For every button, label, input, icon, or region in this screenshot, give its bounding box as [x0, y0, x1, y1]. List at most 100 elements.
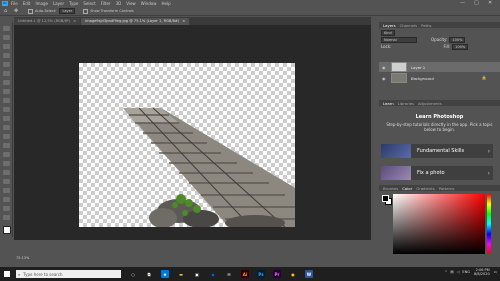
path-select-tool-icon[interactable] — [3, 179, 10, 184]
menu-file[interactable]: File — [11, 1, 18, 6]
tab-label: image9sjd3jvsdf9eg.jpg @ 75.1% (Layer 1,… — [85, 19, 180, 23]
blend-mode-select[interactable]: Normal — [381, 37, 417, 43]
tab-color[interactable]: Color — [402, 186, 412, 191]
word-icon[interactable]: W — [305, 270, 313, 278]
close-tab-icon[interactable]: × — [182, 19, 185, 23]
visibility-eye-icon[interactable]: ◉ — [382, 76, 387, 81]
pen-tool-icon[interactable] — [3, 161, 10, 166]
marquee-tool-icon[interactable] — [3, 35, 10, 40]
tab-paths[interactable]: Paths — [421, 23, 431, 28]
taskbar-search-box[interactable]: ⌕ Type here to search — [16, 270, 121, 278]
menu-edit[interactable]: Edit — [23, 1, 31, 6]
auto-select-checkbox[interactable] — [28, 8, 33, 14]
blur-tool-icon[interactable] — [3, 143, 10, 148]
foreground-color-swatch[interactable] — [382, 195, 389, 202]
close-button[interactable]: ✕ — [488, 0, 492, 6]
menu-3d[interactable]: 3D — [116, 1, 122, 6]
tab-patterns[interactable]: Patterns — [439, 186, 455, 191]
edit-toolbar-icon[interactable] — [3, 215, 10, 220]
notifications-icon[interactable]: ▭ — [494, 270, 497, 274]
tab-adjustments[interactable]: Adjustments — [418, 101, 442, 106]
language-indicator[interactable]: ENG — [462, 270, 470, 274]
history-brush-tool-icon[interactable] — [3, 116, 10, 121]
chevron-up-icon[interactable]: ^ — [444, 270, 447, 274]
chrome-icon[interactable]: ● — [289, 270, 297, 278]
premiere-icon[interactable]: Pr — [273, 270, 281, 278]
healing-brush-tool-icon[interactable] — [3, 89, 10, 94]
show-transform-checkbox[interactable] — [83, 8, 89, 14]
layer-row[interactable]: ◉ Layer 1 — [379, 62, 500, 72]
type-tool-icon[interactable] — [3, 170, 10, 175]
hand-tool-icon[interactable] — [3, 197, 10, 202]
store-icon[interactable]: ▣ — [193, 270, 201, 278]
mail-icon[interactable]: ✉ — [225, 270, 233, 278]
layers-panel-tabs: Layers Channels Paths — [379, 22, 500, 28]
gradient-tool-icon[interactable] — [3, 134, 10, 139]
zoom-tool-icon[interactable] — [3, 206, 10, 211]
windows-start-icon[interactable] — [4, 271, 10, 277]
fix-a-photo-card[interactable]: Fix a photo › — [381, 166, 493, 180]
dropbox-icon[interactable]: ◆ — [209, 270, 217, 278]
lock-row: Lock: Fill: 100% — [381, 44, 469, 50]
tab-gradients[interactable]: Gradients — [416, 186, 435, 191]
menu-filter[interactable]: Filter — [101, 1, 111, 6]
dodge-tool-icon[interactable] — [3, 152, 10, 157]
menu-layer[interactable]: Layer — [53, 1, 64, 6]
search-placeholder: Type here to search — [23, 271, 63, 277]
crop-tool-icon[interactable] — [3, 62, 10, 67]
frame-tool-icon[interactable] — [3, 71, 10, 76]
edge-icon[interactable]: e — [161, 270, 169, 278]
cortana-icon[interactable]: ○ — [129, 270, 137, 278]
shape-tool-icon[interactable] — [3, 188, 10, 193]
network-icon[interactable]: ▤ — [450, 270, 453, 274]
tab-layers[interactable]: Layers — [383, 23, 396, 28]
task-view-icon[interactable]: ⧉ — [145, 270, 153, 278]
visibility-eye-icon[interactable]: ◉ — [382, 65, 387, 70]
menu-window[interactable]: Window — [141, 1, 157, 6]
menu-help[interactable]: Help — [161, 1, 170, 6]
lasso-tool-icon[interactable] — [3, 44, 10, 49]
maximize-button[interactable]: □ — [474, 0, 479, 6]
layer-kind-filter[interactable]: Kind — [381, 30, 395, 36]
eraser-tool-icon[interactable] — [3, 125, 10, 130]
photoshop-icon[interactable]: Ps — [257, 270, 265, 278]
move-tool-icon[interactable]: ✥ — [14, 8, 20, 14]
volume-icon[interactable]: ◁ — [457, 270, 460, 274]
document-canvas[interactable] — [79, 63, 295, 227]
brush-tool-icon[interactable] — [3, 98, 10, 103]
quick-select-tool-icon[interactable] — [3, 53, 10, 58]
auto-select-dropdown[interactable]: Layer — [59, 8, 76, 14]
file-explorer-icon[interactable]: ▬ — [177, 270, 185, 278]
eyedropper-tool-icon[interactable] — [3, 80, 10, 85]
zoom-level[interactable]: 75.13% — [16, 256, 29, 260]
menu-type[interactable]: Type — [69, 1, 78, 6]
menu-image[interactable]: Image — [35, 1, 48, 6]
clone-stamp-tool-icon[interactable] — [3, 107, 10, 112]
menu-select[interactable]: Select — [83, 1, 95, 6]
illustrator-icon[interactable]: Ai — [241, 270, 249, 278]
tab-learn[interactable]: Learn — [383, 101, 394, 106]
fill-field[interactable]: 100% — [452, 44, 469, 50]
move-tool-icon[interactable] — [3, 26, 10, 31]
learn-panel-tabs: Learn Libraries Adjustments — [379, 100, 500, 106]
tab-channels[interactable]: Channels — [400, 23, 418, 28]
card-thumbnail — [381, 144, 411, 158]
tab-brushes[interactable]: Brushes — [383, 186, 398, 191]
color-field[interactable] — [393, 194, 485, 254]
tab-untitled[interactable]: Untitled-1 @ 12.5% (RGB/8*) × — [14, 18, 81, 25]
card-thumbnail — [381, 166, 411, 180]
layer-name: Layer 1 — [411, 64, 426, 70]
foreground-background-swatches[interactable] — [2, 226, 11, 234]
hue-slider[interactable] — [487, 194, 491, 254]
clock[interactable]: 2:06 PM 8/8/2020 — [474, 268, 490, 276]
menu-view[interactable]: View — [126, 1, 136, 6]
minimize-button[interactable]: — — [460, 0, 465, 6]
fundamental-skills-card[interactable]: Fundamental Skills › — [381, 144, 493, 158]
tab-libraries[interactable]: Libraries — [398, 101, 414, 106]
opacity-label: Opacity: — [431, 37, 448, 42]
opacity-field[interactable]: 100% — [449, 37, 466, 43]
close-tab-icon[interactable]: × — [73, 19, 76, 23]
tab-image[interactable]: image9sjd3jvsdf9eg.jpg @ 75.1% (Layer 1,… — [81, 18, 190, 25]
home-icon[interactable]: ⌂ — [4, 8, 10, 14]
layer-row[interactable]: ◉ Background 🔒 — [379, 73, 500, 83]
